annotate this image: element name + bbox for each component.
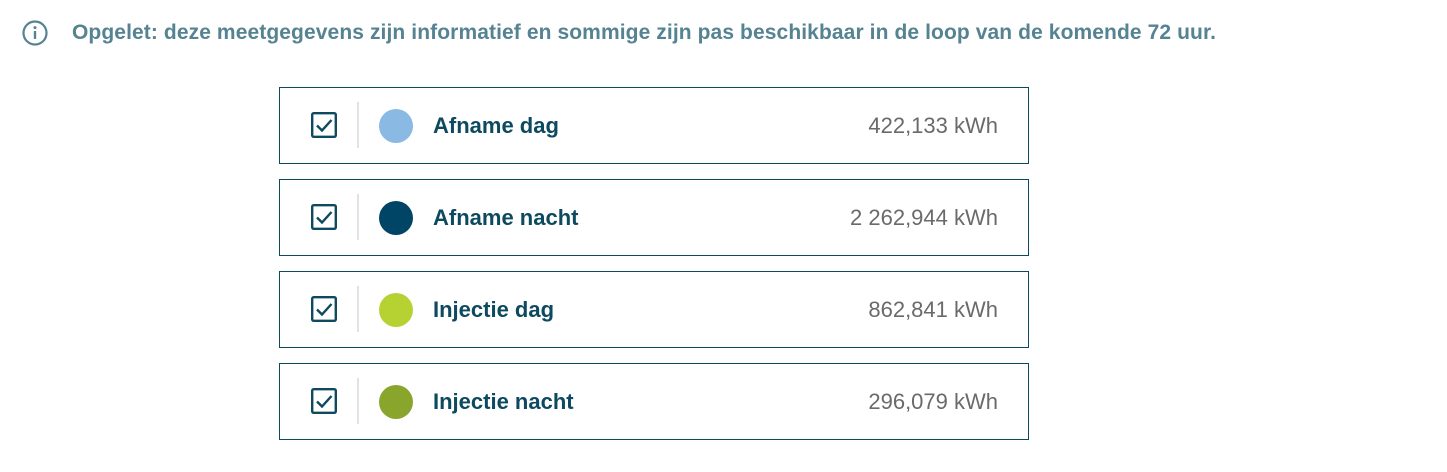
series-label: Injectie nacht: [433, 389, 574, 414]
series-value: 2 262,944 kWh: [850, 205, 998, 230]
series-value: 862,841 kWh: [868, 297, 998, 322]
series-label: Injectie dag: [433, 297, 555, 322]
info-notice: Opgelet: deze meetgegevens zijn informat…: [22, 17, 1216, 49]
separator: [357, 194, 359, 240]
info-icon: [22, 20, 48, 46]
checkbox-checked-icon[interactable]: [311, 296, 337, 322]
separator: [357, 378, 359, 424]
series-color-swatch: [379, 385, 413, 419]
series-label: Afname dag: [433, 113, 559, 138]
legend-item-afname-dag[interactable]: Afname dag 422,133 kWh: [279, 87, 1029, 164]
series-color-swatch: [379, 293, 413, 327]
legend-item-injectie-nacht[interactable]: Injectie nacht 296,079 kWh: [279, 363, 1029, 440]
series-color-swatch: [379, 201, 413, 235]
series-color-swatch: [379, 109, 413, 143]
legend-item-injectie-dag[interactable]: Injectie dag 862,841 kWh: [279, 271, 1029, 348]
separator: [357, 102, 359, 148]
checkbox-checked-icon[interactable]: [311, 204, 337, 230]
series-legend: Afname dag 422,133 kWh Afname nacht 2 26…: [279, 87, 1029, 455]
series-label: Afname nacht: [433, 205, 579, 230]
checkbox-checked-icon[interactable]: [311, 112, 337, 138]
series-value: 296,079 kWh: [868, 389, 998, 414]
notice-text: Opgelet: deze meetgegevens zijn informat…: [72, 21, 1217, 44]
separator: [357, 286, 359, 332]
series-value: 422,133 kWh: [868, 113, 998, 138]
legend-item-afname-nacht[interactable]: Afname nacht 2 262,944 kWh: [279, 179, 1029, 256]
checkbox-checked-icon[interactable]: [311, 388, 337, 414]
